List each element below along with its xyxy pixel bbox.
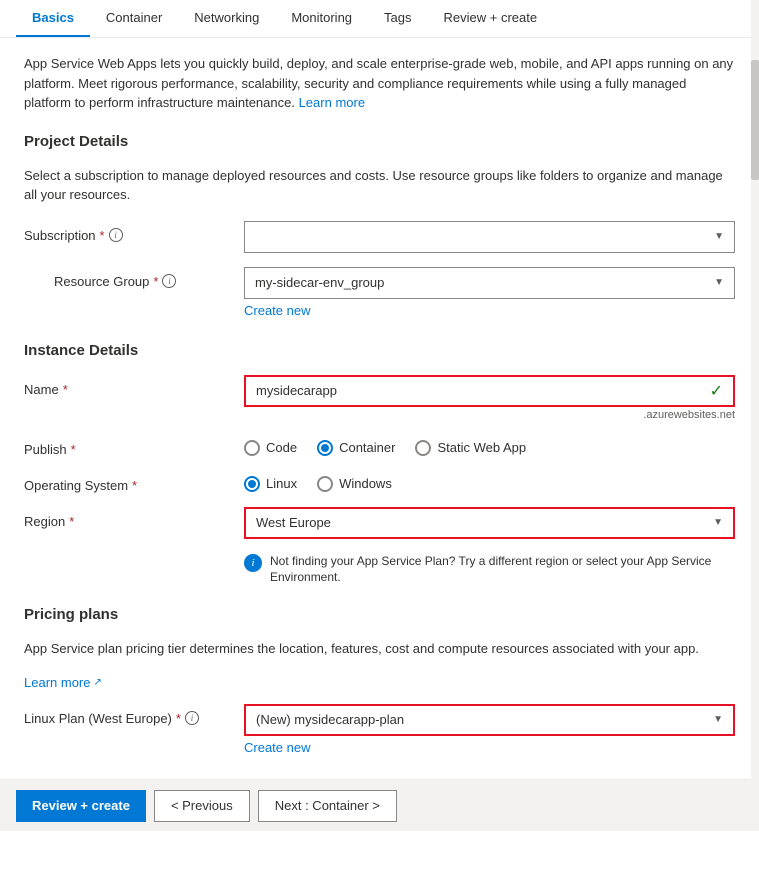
instance-details-heading: Instance Details xyxy=(24,342,735,359)
name-control: mysidecarapp ✓ .azurewebsites.net xyxy=(244,375,735,421)
region-arrow-icon: ▼ xyxy=(713,517,723,528)
resource-group-info-icon[interactable]: i xyxy=(162,274,176,288)
scrollbar[interactable] xyxy=(751,0,759,831)
publish-radio-group: Code Container Static Web App xyxy=(244,435,735,456)
subscription-required: * xyxy=(100,228,105,243)
resource-group-create-new[interactable]: Create new xyxy=(244,303,310,318)
os-windows-radio[interactable] xyxy=(317,476,333,492)
name-check-icon: ✓ xyxy=(710,381,723,401)
publish-container-option[interactable]: Container xyxy=(317,440,395,456)
external-link-icon: ↗ xyxy=(93,677,101,688)
name-input[interactable]: mysidecarapp ✓ xyxy=(244,375,735,407)
resource-group-label: Resource Group * i xyxy=(24,267,244,289)
publish-container-radio[interactable] xyxy=(317,440,333,456)
linux-plan-row: Linux Plan (West Europe) * i (New) mysid… xyxy=(24,704,735,755)
tab-review-create[interactable]: Review + create xyxy=(428,0,554,37)
resource-group-required: * xyxy=(153,274,158,289)
linux-plan-control: (New) mysidecarapp-plan ▼ Create new xyxy=(244,704,735,755)
resource-group-value: my-sidecar-env_group xyxy=(255,275,384,290)
os-label: Operating System * xyxy=(24,471,244,493)
publish-code-label: Code xyxy=(266,440,297,455)
region-dropdown[interactable]: West Europe ▼ xyxy=(244,507,735,539)
subscription-info-icon[interactable]: i xyxy=(109,228,123,242)
linux-plan-dropdown[interactable]: (New) mysidecarapp-plan ▼ xyxy=(244,704,735,736)
os-windows-label: Windows xyxy=(339,476,392,491)
tab-monitoring[interactable]: Monitoring xyxy=(275,0,368,37)
publish-static-radio[interactable] xyxy=(415,440,431,456)
resource-group-dropdown[interactable]: my-sidecar-env_group ▼ xyxy=(244,267,735,299)
project-details-section: Project Details xyxy=(24,133,735,150)
bottom-bar: Review + create < Previous Next : Contai… xyxy=(0,779,759,831)
review-create-button[interactable]: Review + create xyxy=(16,790,146,822)
region-notice-text: Not finding your App Service Plan? Try a… xyxy=(270,553,735,587)
region-info-circle-icon: i xyxy=(244,554,262,572)
subscription-dropdown[interactable]: ▼ xyxy=(244,221,735,253)
region-control: West Europe ▼ i Not finding your App Ser… xyxy=(244,507,735,593)
subscription-row: Subscription * i ▼ xyxy=(24,221,735,253)
publish-row: Publish * Code Container xyxy=(24,435,735,457)
scrollbar-thumb[interactable] xyxy=(751,60,759,180)
linux-plan-value: (New) mysidecarapp-plan xyxy=(256,712,404,727)
region-required: * xyxy=(69,514,74,529)
name-row: Name * mysidecarapp ✓ .azurewebsites.net xyxy=(24,375,735,421)
subscription-arrow-icon: ▼ xyxy=(714,231,724,242)
linux-plan-create-new[interactable]: Create new xyxy=(244,740,310,755)
os-row: Operating System * Linux Windows xyxy=(24,471,735,493)
pricing-plans-section: Pricing plans xyxy=(24,606,735,623)
os-linux-radio[interactable] xyxy=(244,476,260,492)
tab-bar: Basics Container Networking Monitoring T… xyxy=(0,0,759,38)
domain-suffix: .azurewebsites.net xyxy=(244,409,735,421)
linux-plan-arrow-icon: ▼ xyxy=(713,714,723,725)
linux-plan-info-icon[interactable]: i xyxy=(185,711,199,725)
learn-more-link-top[interactable]: Learn more xyxy=(299,95,365,110)
os-linux-radio-inner xyxy=(248,480,256,488)
instance-details-section: Instance Details xyxy=(24,342,735,359)
publish-control: Code Container Static Web App xyxy=(244,435,735,456)
name-required: * xyxy=(63,382,68,397)
name-label: Name * xyxy=(24,375,244,397)
pricing-learn-more-link[interactable]: Learn more ↗ xyxy=(24,675,102,690)
region-info-notice: i Not finding your App Service Plan? Try… xyxy=(244,547,735,593)
project-details-subtext: Select a subscription to manage deployed… xyxy=(24,166,735,205)
os-linux-label: Linux xyxy=(266,476,297,491)
tab-basics[interactable]: Basics xyxy=(16,0,90,37)
linux-plan-required: * xyxy=(176,711,181,726)
subscription-control: ▼ xyxy=(244,221,735,253)
linux-plan-label: Linux Plan (West Europe) * i xyxy=(24,704,244,726)
tab-tags[interactable]: Tags xyxy=(368,0,427,37)
os-windows-option[interactable]: Windows xyxy=(317,476,392,492)
previous-button[interactable]: < Previous xyxy=(154,790,250,822)
pricing-plans-heading: Pricing plans xyxy=(24,606,735,623)
publish-code-option[interactable]: Code xyxy=(244,440,297,456)
resource-group-row: Resource Group * i my-sidecar-env_group … xyxy=(24,267,735,318)
region-row: Region * West Europe ▼ i Not finding you… xyxy=(24,507,735,593)
project-details-heading: Project Details xyxy=(24,133,735,150)
main-content: App Service Web Apps lets you quickly bu… xyxy=(0,38,759,869)
os-required: * xyxy=(132,478,137,493)
subscription-label: Subscription * i xyxy=(24,221,244,243)
app-description: App Service Web Apps lets you quickly bu… xyxy=(24,54,735,113)
resource-group-control: my-sidecar-env_group ▼ Create new xyxy=(244,267,735,318)
next-button[interactable]: Next : Container > xyxy=(258,790,397,822)
publish-code-radio[interactable] xyxy=(244,440,260,456)
publish-container-label: Container xyxy=(339,440,395,455)
region-label: Region * xyxy=(24,507,244,529)
publish-required: * xyxy=(71,442,76,457)
resource-group-arrow-icon: ▼ xyxy=(714,277,724,288)
publish-label: Publish * xyxy=(24,435,244,457)
os-radio-group: Linux Windows xyxy=(244,471,735,492)
publish-static-option[interactable]: Static Web App xyxy=(415,440,526,456)
os-linux-option[interactable]: Linux xyxy=(244,476,297,492)
publish-static-label: Static Web App xyxy=(437,440,526,455)
tab-container[interactable]: Container xyxy=(90,0,178,37)
region-value: West Europe xyxy=(256,515,331,530)
pricing-plans-subtext: App Service plan pricing tier determines… xyxy=(24,639,735,659)
publish-container-radio-inner xyxy=(321,444,329,452)
name-value: mysidecarapp xyxy=(256,383,337,398)
tab-networking[interactable]: Networking xyxy=(178,0,275,37)
os-control: Linux Windows xyxy=(244,471,735,492)
